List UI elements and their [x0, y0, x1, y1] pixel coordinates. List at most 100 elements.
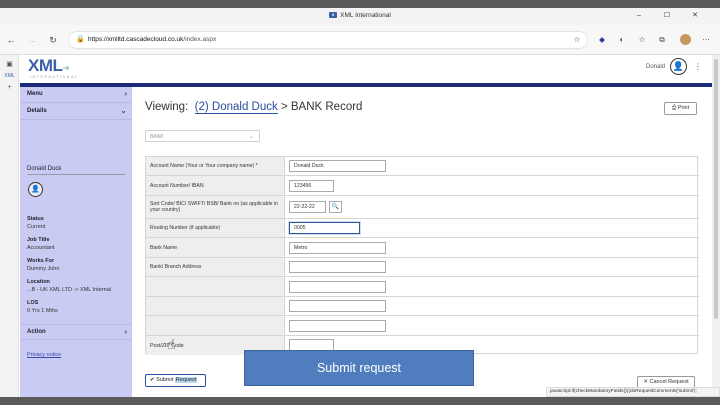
logo-arrow-icon: ➜	[62, 63, 70, 73]
url-path: /index.aspx	[183, 36, 217, 43]
sort-code-input[interactable]: 22-22-22	[289, 201, 326, 213]
record-type-dropdown[interactable]: BANK ⌄	[145, 130, 260, 142]
url-text: https://xmlltd.cascadecloud.co.uk/index.…	[88, 36, 216, 43]
instruction-overlay: Submit request	[244, 350, 474, 386]
chevron-right-icon: ›	[124, 89, 127, 98]
title-bar: X XML International – ☐ ✕	[0, 8, 720, 25]
close-button[interactable]: ✕	[684, 10, 706, 22]
form-row: Bank/ Branch Address	[146, 258, 699, 277]
sidebar-user-name: Donald Duck	[27, 166, 125, 175]
los-label: LOS	[27, 300, 39, 306]
viewing-prefix: Viewing:	[145, 101, 189, 113]
sidebar-action-label: Action	[27, 329, 46, 335]
bank-name-label: Bank Name	[146, 238, 285, 257]
printer-icon: ⎙	[671, 105, 677, 111]
account-name-label: Account Name (Your or Your company name)…	[146, 157, 285, 175]
logo-text: XML	[28, 56, 63, 75]
page-scrollbar[interactable]	[712, 55, 720, 397]
submit-label: ✔ Submit	[150, 377, 175, 383]
submit-label-highlight: Request	[174, 377, 198, 383]
branch-address-label-4	[146, 316, 285, 335]
collections-icon[interactable]: ⧉	[656, 35, 668, 45]
print-button[interactable]: ⎙ Print	[664, 102, 697, 115]
privacy-notice-link[interactable]: Privacy notice	[27, 352, 61, 358]
los-value: 0 Yrs 1 Mths	[27, 308, 58, 314]
bank-form: Account Name (Your or Your company name)…	[145, 156, 699, 355]
tabs-icon[interactable]: ▣	[0, 60, 19, 68]
back-button[interactable]: ←	[4, 33, 18, 47]
app-icon: X	[329, 12, 338, 19]
branch-address-label-2	[146, 277, 285, 296]
branch-address-label-3	[146, 297, 285, 315]
form-row: Account Name (Your or Your company name)…	[146, 157, 699, 176]
works-for-label: Works For	[27, 258, 55, 264]
window-title-text: XML International	[340, 12, 391, 19]
location-value: ...B - UK XML LTD -> XML Internal	[27, 287, 112, 293]
account-number-input[interactable]: 123456	[289, 180, 334, 192]
sidebar-avatar-icon: 👤	[28, 182, 43, 197]
form-row: Sort Code/ BIC/ SWIFT/ BSB/ Bank no (as …	[146, 196, 699, 219]
status-label: Status	[27, 216, 44, 222]
person-link[interactable]: (2) Donald Duck	[194, 101, 278, 114]
routing-number-input[interactable]: 0005	[289, 222, 360, 234]
add-tab-icon[interactable]: +	[0, 84, 19, 91]
sidebar-action[interactable]: Action ›	[20, 324, 132, 340]
window-title: X XML International	[0, 12, 720, 19]
routing-number-label: Routing Number (if applicable)	[146, 219, 285, 237]
branch-address-input-1[interactable]	[289, 261, 386, 273]
scrollbar-thumb[interactable]	[714, 59, 718, 319]
maximize-button[interactable]: ☐	[656, 10, 678, 22]
viewing-suffix: > BANK Record	[277, 101, 363, 113]
form-row	[146, 297, 699, 316]
branch-address-input-3[interactable]	[289, 300, 386, 312]
sort-code-label: Sort Code/ BIC/ SWIFT/ BSB/ Bank no (as …	[146, 196, 285, 218]
browser-window: X XML International – ☐ ✕ ← → ↻ 🔒 https:/…	[0, 8, 720, 397]
submit-request-button[interactable]: ✔ Submit Request	[145, 374, 206, 387]
account-name-input[interactable]: Donald Duck	[289, 160, 386, 172]
xml-tab-icon[interactable]: XML	[0, 73, 19, 79]
sync-icon[interactable]: ◐	[616, 35, 628, 44]
page-title: Viewing: (2) Donald Duck > BANK Record	[145, 101, 363, 114]
url-field[interactable]: 🔒 https://xmlltd.cascadecloud.co.uk/inde…	[68, 31, 588, 49]
location-label: Location	[27, 279, 50, 285]
branch-address-input-2[interactable]	[289, 281, 386, 293]
hand-cursor-icon: ☝	[167, 336, 176, 352]
browser-side-panel: ▣ XML +	[0, 55, 19, 397]
favorites-icon[interactable]: ☆	[636, 35, 648, 44]
sidebar-menu[interactable]: Menu ›	[20, 87, 132, 103]
sidebar-details[interactable]: Details ⌄	[20, 104, 132, 120]
chevron-down-icon: ⌄	[248, 134, 254, 140]
print-label: Print	[677, 105, 690, 111]
sidebar-menu-label: Menu	[27, 91, 43, 97]
status-value: Current	[27, 224, 46, 230]
branch-address-input-4[interactable]	[289, 320, 386, 332]
job-title-value: Accountant	[27, 245, 55, 251]
sidebar: Menu › Details ⌄ Donald Duck 👤 Status Curr…	[20, 87, 132, 397]
search-icon[interactable]: 🔍	[329, 201, 342, 213]
star-icon[interactable]: ☆	[571, 35, 583, 44]
job-title-label: Job Title	[27, 237, 50, 243]
more-icon[interactable]: ⋯	[700, 35, 712, 44]
address-bar: ← → ↻ 🔒 https://xmlltd.cascadecloud.co.u…	[0, 25, 720, 55]
refresh-button[interactable]: ↻	[46, 33, 60, 47]
form-row: Routing Number (if applicable) 0005	[146, 219, 699, 238]
user-avatar-icon[interactable]: 👤	[670, 58, 687, 75]
chevron-right-icon: ›	[124, 327, 127, 336]
xml-logo[interactable]: XML➜ INTERNATIONAL	[28, 56, 77, 79]
url-host: https://xmlltd.cascadecloud.co.uk	[88, 36, 184, 43]
status-bar-url: javascript:if(checkMandatoryFields()){do…	[546, 387, 720, 397]
site-header: XML➜ INTERNATIONAL Donald 👤 ⋮	[20, 55, 712, 83]
logo-subtext: INTERNATIONAL	[30, 75, 79, 79]
form-row	[146, 316, 699, 336]
bank-name-input[interactable]: Metro	[289, 242, 386, 254]
extension-icon[interactable]: ◆	[596, 35, 608, 44]
chevron-down-icon: ⌄	[120, 106, 127, 115]
branch-address-label: Bank/ Branch Address	[146, 258, 285, 276]
lock-icon: 🔒	[76, 36, 85, 43]
header-menu-icon[interactable]: ⋮	[694, 62, 702, 71]
forward-button[interactable]: →	[25, 33, 39, 47]
web-page: XML➜ INTERNATIONAL Donald 👤 ⋮ Menu › Detai…	[20, 55, 712, 397]
minimize-button[interactable]: –	[628, 10, 650, 22]
form-row	[146, 277, 699, 297]
profile-icon[interactable]	[680, 34, 691, 45]
